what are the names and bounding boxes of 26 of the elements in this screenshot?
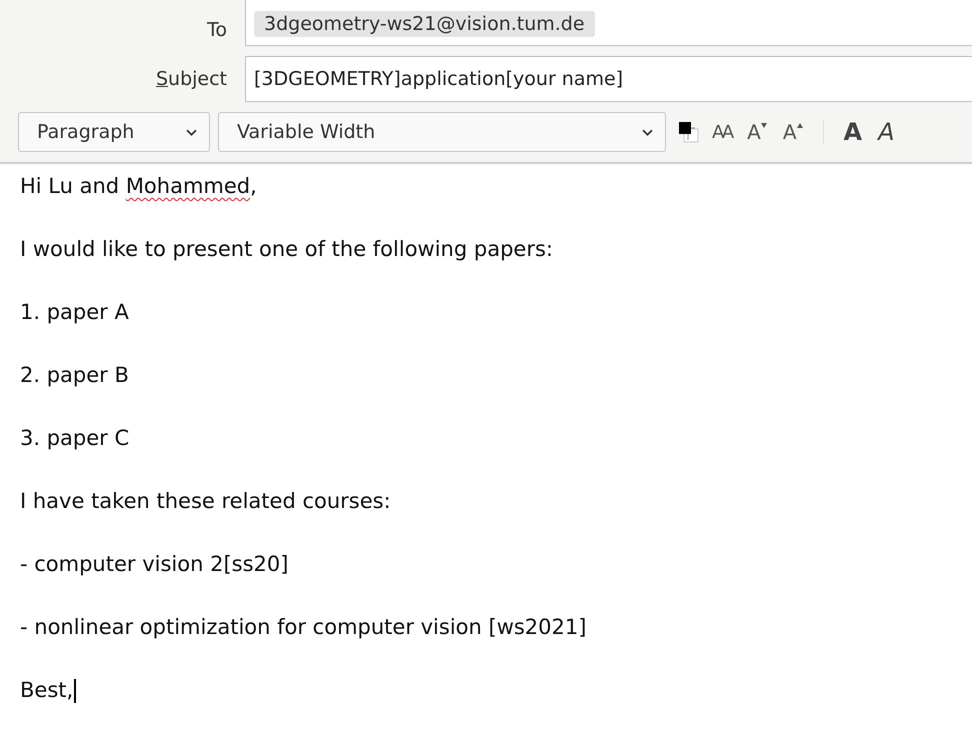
to-field[interactable]: 3dgeometry-ws21@vision.tum.de <box>245 0 972 46</box>
body-paragraph: - nonlinear optimization for computer vision [ws2021] <box>20 614 588 641</box>
caret-down-icon <box>760 123 767 128</box>
body-paragraph: Best, <box>20 674 952 706</box>
font-dropdown[interactable]: Variable Width <box>218 112 666 152</box>
recipient-chip[interactable]: 3dgeometry-ws21@vision.tum.de <box>254 10 595 36</box>
smaller-font-button[interactable]: A <box>743 120 771 144</box>
body-paragraph: I have taken these related courses: <box>20 488 392 515</box>
chevron-down-icon <box>186 128 197 136</box>
body-paragraph: 1. paper A <box>20 299 130 326</box>
chevron-down-icon <box>642 128 653 136</box>
paragraph-format-dropdown[interactable]: Paragraph <box>18 112 210 152</box>
caret-up-icon <box>796 123 803 128</box>
reset-font-size-button[interactable]: AA <box>708 122 736 142</box>
larger-font-button[interactable]: A <box>778 120 807 144</box>
to-label: To <box>206 19 228 41</box>
body-paragraph: 2. paper B <box>20 362 130 389</box>
text-color-icon[interactable] <box>678 121 700 143</box>
body-paragraph: I would like to present one of the following papers: <box>20 236 554 263</box>
body-paragraph: Hi Lu and Mohammed, <box>20 173 258 200</box>
italic-button[interactable]: A <box>874 118 899 146</box>
body-paragraph: 3. paper C <box>20 425 130 452</box>
subject-label: Subject <box>154 68 228 90</box>
body-paragraph: - computer vision 2[ss20] <box>20 551 290 578</box>
subject-field[interactable]: [3DGEOMETRY]application[your name] <box>245 56 972 102</box>
bold-button[interactable]: A <box>840 118 866 146</box>
